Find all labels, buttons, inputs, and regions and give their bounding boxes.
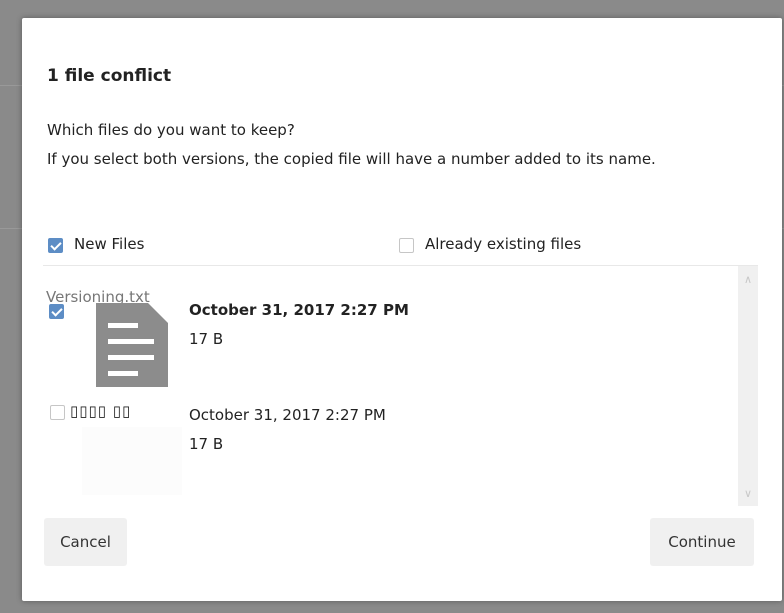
continue-button[interactable]: Continue	[650, 518, 754, 566]
list-scrollbar[interactable]: ∧ ∨	[738, 266, 758, 506]
new-files-label[interactable]: New Files	[74, 235, 144, 253]
existing-version-checkbox[interactable]	[50, 405, 65, 420]
existing-files-label[interactable]: Already existing files	[425, 235, 581, 253]
existing-version-info: October 31, 2017 2:27 PM 17 B	[189, 401, 409, 459]
dialog-question: Which files do you want to keep?	[47, 121, 295, 139]
dialog-title: 1 file conflict	[47, 66, 172, 86]
file-conflict-dialog: 1 file conflict Which files do you want …	[22, 18, 782, 601]
new-version-size: 17 B	[189, 330, 224, 348]
scroll-up-icon[interactable]: ∧	[738, 270, 758, 290]
existing-version-size: 17 B	[189, 435, 224, 453]
new-version-info: October 31, 2017 2:27 PM 17 B	[189, 296, 409, 354]
dialog-description: Which files do you want to keep? If you …	[47, 116, 737, 174]
existing-files-checkbox[interactable]	[399, 238, 414, 253]
text-file-icon	[96, 303, 168, 387]
existing-version-thumbnail	[82, 427, 182, 495]
existing-version-date: October 31, 2017 2:27 PM	[189, 406, 386, 424]
scroll-down-icon[interactable]: ∨	[738, 484, 758, 504]
new-version-checkbox[interactable]	[49, 304, 64, 319]
new-files-checkbox[interactable]	[48, 238, 63, 253]
new-version-date: October 31, 2017 2:27 PM	[189, 301, 409, 319]
dialog-note: If you select both versions, the copied …	[47, 150, 656, 168]
cancel-button[interactable]: Cancel	[44, 518, 127, 566]
existing-version-name: ▯▯▯▯ ▯▯	[70, 402, 132, 420]
